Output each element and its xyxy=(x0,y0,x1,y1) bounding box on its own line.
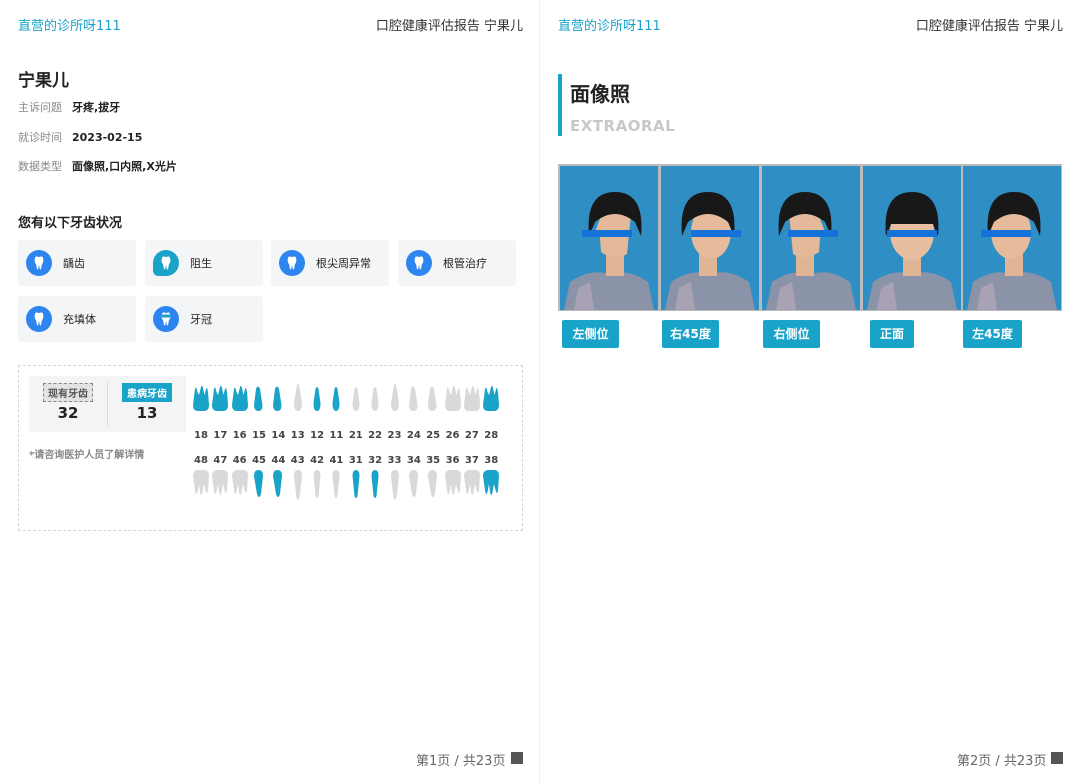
section-accent-bar xyxy=(558,74,562,136)
facial-photo-right-45[interactable] xyxy=(661,166,759,310)
report-page-2: 直营的诊所呀111 口腔健康评估报告 宁果儿 面像照 EXTRAORAL 左侧位… xyxy=(540,0,1080,782)
page-number: 第1页 / 共23页 xyxy=(416,754,506,769)
info-value: 牙疼,拔牙 xyxy=(72,101,121,114)
photo-label-front: 正面 xyxy=(870,320,914,348)
existing-teeth-label: 现有牙齿 xyxy=(43,383,93,402)
condition-card: 根管治疗 xyxy=(398,240,516,286)
condition-card: 牙冠 xyxy=(145,296,263,342)
condition-label: 牙冠 xyxy=(190,313,212,326)
facial-photo-strip xyxy=(558,164,1062,311)
consult-note: *请咨询医护人员了解详情 xyxy=(29,450,145,461)
photo-label-left-profile: 左侧位 xyxy=(562,320,619,348)
info-label: 主诉问题 xyxy=(18,101,62,114)
patient-name: 宁果儿 xyxy=(18,71,69,91)
photo-label-right-45: 右45度 xyxy=(662,320,719,348)
condition-card: 充填体 xyxy=(18,296,136,342)
diseased-teeth-count: 13 xyxy=(136,404,158,422)
clinic-name: 直营的诊所呀111 xyxy=(558,19,661,34)
condition-label: 根尖周异常 xyxy=(316,257,371,270)
info-row-visit-date: 就诊时间 2023-02-15 xyxy=(18,129,142,145)
condition-label: 根管治疗 xyxy=(443,257,487,270)
condition-card: 阻生 xyxy=(145,240,263,286)
conditions-heading: 您有以下牙齿状况 xyxy=(18,216,123,231)
page-marker-icon xyxy=(511,752,523,764)
teeth-count-panel: 现有牙齿 32 患病牙齿 13 xyxy=(29,376,186,432)
facial-photo-left-profile[interactable] xyxy=(560,166,658,310)
tooth-icon xyxy=(406,250,432,276)
tooth-icon xyxy=(279,250,305,276)
info-label: 就诊时间 xyxy=(18,131,62,144)
page-marker-icon xyxy=(1051,752,1063,764)
report-page-1: 直营的诊所呀111 口腔健康评估报告 宁果儿 宁果儿 主诉问题 牙疼,拔牙 就诊时… xyxy=(0,0,540,782)
existing-teeth-stat: 现有牙齿 32 xyxy=(29,376,107,432)
facial-photo-left-45[interactable] xyxy=(963,166,1061,310)
report-title: 口腔健康评估报告 宁果儿 xyxy=(915,19,1063,34)
tooth-number: 28 xyxy=(484,430,499,441)
diseased-teeth-stat: 患病牙齿 13 xyxy=(108,376,186,432)
dental-chart: 现有牙齿 32 患病牙齿 13 *请咨询医护人员了解详情 18 17 16 15 14 1… xyxy=(18,365,523,531)
photo-label-left-45: 左45度 xyxy=(963,320,1022,348)
clinic-name: 直营的诊所呀111 xyxy=(18,19,121,34)
tooth-38-icon xyxy=(483,470,500,495)
page-number: 第2页 / 共23页 xyxy=(957,754,1047,769)
impacted-tooth-icon xyxy=(153,250,179,276)
section-title: 面像照 xyxy=(570,82,630,106)
tooth-number: 38 xyxy=(484,455,499,466)
tooth-28-icon xyxy=(483,385,500,411)
condition-card: 根尖周异常 xyxy=(271,240,389,286)
face-photo-image xyxy=(967,192,1057,310)
crown-tooth-icon xyxy=(153,306,179,332)
info-value: 面像照,口内照,X光片 xyxy=(72,160,177,173)
section-subtitle: EXTRAORAL xyxy=(570,117,676,135)
condition-label: 阻生 xyxy=(190,257,212,270)
tooth-icon xyxy=(26,250,52,276)
info-row-complaint: 主诉问题 牙疼,拔牙 xyxy=(18,99,120,115)
photo-label-right-profile: 右侧位 xyxy=(763,320,820,348)
info-row-data-type: 数据类型 面像照,口内照,X光片 xyxy=(18,158,177,174)
condition-label: 龋齿 xyxy=(63,257,85,270)
face-photo-image xyxy=(766,192,856,310)
facial-photo-right-profile[interactable] xyxy=(762,166,860,310)
face-photo-image xyxy=(564,192,654,310)
info-label: 数据类型 xyxy=(18,160,62,173)
condition-label: 充填体 xyxy=(63,313,96,326)
condition-card: 龋齿 xyxy=(18,240,136,286)
tooth-icon xyxy=(26,306,52,332)
existing-teeth-count: 32 xyxy=(57,404,79,422)
info-value: 2023-02-15 xyxy=(72,131,143,144)
face-photo-image xyxy=(665,192,755,310)
facial-photo-front[interactable] xyxy=(863,166,961,310)
diseased-teeth-label: 患病牙齿 xyxy=(122,383,172,402)
report-title: 口腔健康评估报告 宁果儿 xyxy=(375,19,523,34)
face-photo-image xyxy=(867,192,957,310)
